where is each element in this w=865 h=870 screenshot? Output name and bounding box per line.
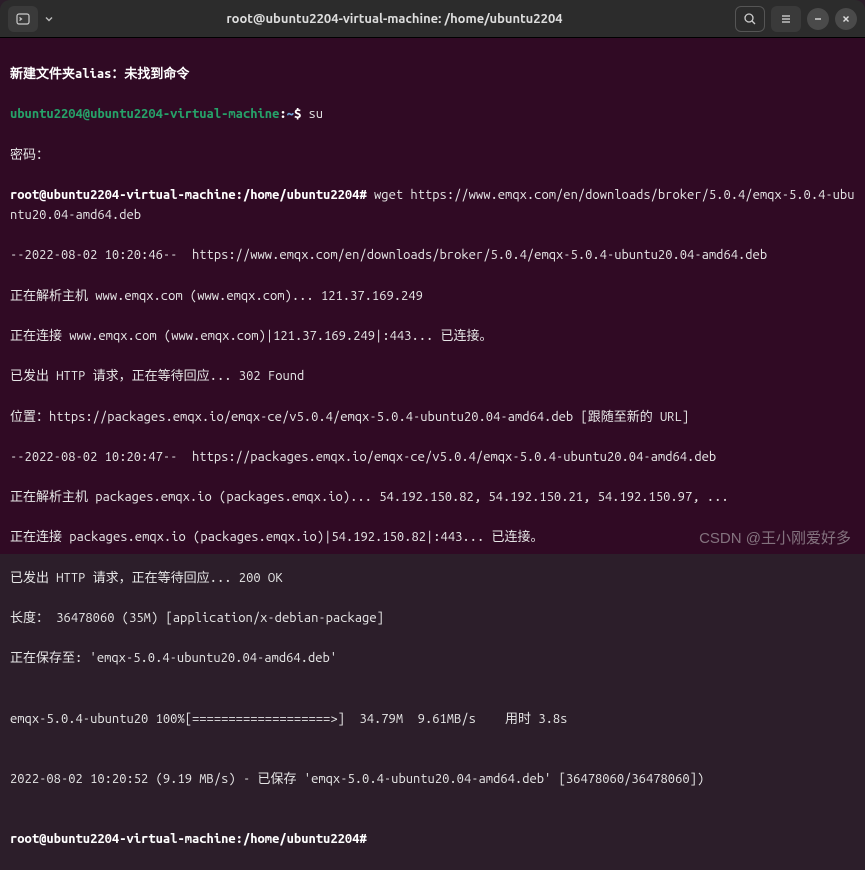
window-titlebar: root@ubuntu2204-virtual-machine: /home/u… (0, 0, 865, 38)
terminal-output: 位置：https://packages.emqx.io/emqx-ce/v5.0… (10, 407, 855, 427)
terminal-output: --2022-08-02 10:20:46-- https://www.emqx… (10, 245, 855, 265)
minimize-icon (813, 14, 823, 24)
terminal-output: 正在连接 www.emqx.com (www.emqx.com)|121.37.… (10, 326, 855, 346)
titlebar-left (8, 6, 54, 32)
terminal-output: 已发出 HTTP 请求，正在等待回应... 302 Found (10, 366, 855, 386)
search-button[interactable] (735, 6, 765, 32)
terminal-output: 正在解析主机 www.emqx.com (www.emqx.com)... 12… (10, 286, 855, 306)
titlebar-right (735, 6, 857, 32)
terminal-output: 已发出 HTTP 请求，正在等待回应... 200 OK (10, 568, 855, 588)
terminal-area[interactable]: 新建文件夹alias：未找到命令 ubuntu2204@ubuntu2204-v… (0, 38, 865, 554)
terminal-output: 2022-08-02 10:20:52 (9.19 MB/s) - 已保存 'e… (10, 769, 855, 789)
terminal-output: 密码： (10, 145, 855, 165)
terminal-icon (16, 12, 30, 26)
minimize-button[interactable] (807, 8, 829, 30)
terminal-prompt-root: root@ubuntu2204-virtual-machine:/home/ub… (10, 829, 855, 849)
watermark: CSDN @王小刚爱好多 (699, 527, 851, 548)
search-icon (743, 12, 757, 26)
window-title: root@ubuntu2204-virtual-machine: /home/u… (54, 12, 735, 26)
hamburger-icon (779, 12, 793, 26)
close-button[interactable] (835, 8, 857, 30)
terminal-output: 正在解析主机 packages.emqx.io (packages.emqx.i… (10, 487, 855, 507)
terminal-prompt-root: root@ubuntu2204-virtual-machine:/home/ub… (10, 185, 855, 225)
terminal-progress: emqx-5.0.4-ubuntu20 100%[===============… (10, 709, 855, 729)
terminal-output: 新建文件夹alias：未找到命令 (10, 64, 855, 84)
new-tab-button[interactable] (8, 6, 38, 32)
terminal-prompt-user: ubuntu2204@ubuntu2204-virtual-machine:~$… (10, 104, 855, 124)
chevron-down-icon[interactable] (44, 14, 54, 24)
terminal-output: --2022-08-02 10:20:47-- https://packages… (10, 447, 855, 467)
terminal-output: 正在保存至: 'emqx-5.0.4-ubuntu20.04-amd64.deb… (10, 648, 855, 668)
close-icon (841, 14, 851, 24)
menu-button[interactable] (771, 6, 801, 32)
terminal-output: 长度： 36478060 (35M) [application/x-debian… (10, 608, 855, 628)
